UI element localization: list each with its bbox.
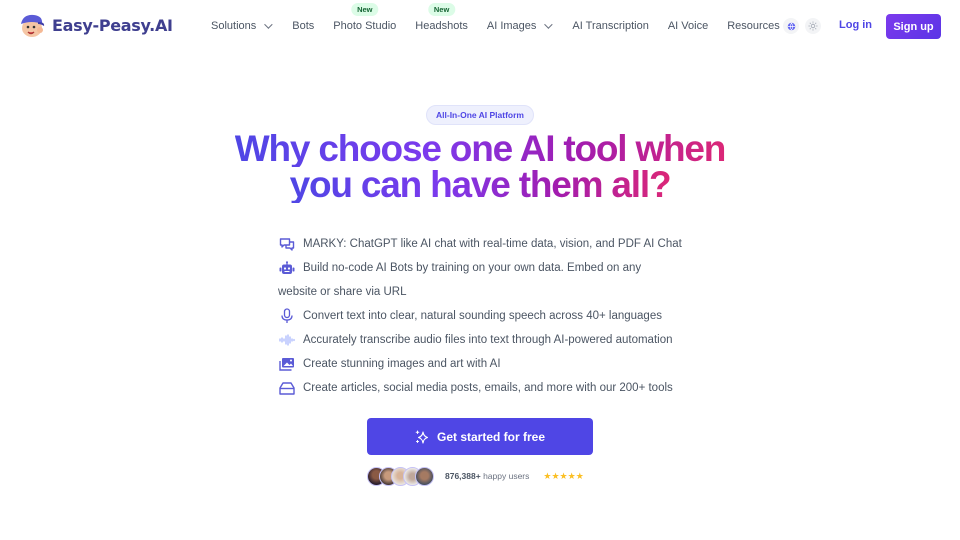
feature-text: Create stunning images and art with AI — [303, 358, 501, 370]
nav-label: Solutions — [211, 20, 257, 32]
users-count: 876,388+ — [445, 471, 481, 481]
nav-label: AI Images — [486, 20, 537, 32]
inbox-icon — [278, 379, 296, 397]
chat-icon — [278, 235, 296, 253]
feature-text: MARKY: ChatGPT like AI chat with real-ti… — [303, 238, 682, 250]
star-icon: ★ — [551, 470, 560, 481]
brand-logo[interactable]: Easy-Peasy.AI — [18, 12, 173, 38]
users-suffix: happy users — [483, 471, 530, 481]
microphone-icon — [278, 307, 296, 325]
nav-item-ai-images[interactable]: AI Images — [486, 20, 554, 32]
feature-text-continuation: website or share via URL — [278, 286, 407, 298]
star-icon: ★ — [559, 470, 568, 481]
nav-item-ai-voice[interactable]: AI Voice — [668, 20, 708, 32]
rating-stars: ★★★★★ — [543, 471, 583, 482]
new-badge: New — [427, 3, 456, 16]
feature-item: Create stunning images and art with AI — [278, 352, 698, 376]
hero-headline: Why choose one AI tool when you can have… — [0, 128, 960, 205]
chevron-down-icon — [264, 20, 273, 29]
sparkle-icon — [415, 430, 429, 444]
new-badge: New — [351, 3, 379, 16]
social-proof: 876,388+ happy users ★★★★★ — [367, 466, 584, 486]
nav-label: Headshots — [415, 20, 468, 32]
globe-icon — [787, 22, 795, 30]
top-navigation: Easy-Peasy.AI Solutions Bots New Photo S… — [0, 0, 960, 52]
nav-item-ai-transcription[interactable]: AI Transcription — [572, 20, 648, 32]
cta-label: Get started for free — [436, 429, 546, 444]
nav-label: AI Transcription — [572, 20, 649, 32]
waveform-icon — [278, 331, 296, 349]
feature-text: Accurately transcribe audio files into t… — [303, 334, 673, 346]
nav-label: Resources — [727, 20, 780, 32]
nav-label: Photo Studio — [333, 20, 397, 32]
mascot-icon — [18, 12, 46, 38]
robot-icon — [278, 259, 296, 277]
nav-links: Solutions Bots New Photo Studio New Head… — [211, 0, 797, 52]
login-link[interactable]: Log in — [839, 19, 872, 31]
chevron-down-icon — [544, 20, 554, 29]
nav-label: Bots — [292, 20, 315, 32]
signup-button[interactable]: Sign up — [886, 14, 941, 39]
star-icon: ★ — [575, 470, 584, 481]
headline-line-2: you can have them all? — [289, 164, 672, 205]
feature-text: Convert text into clear, natural soundin… — [303, 310, 662, 322]
feature-item: Create articles, social media posts, ema… — [278, 376, 698, 400]
theme-toggle-button[interactable] — [805, 18, 821, 34]
star-icon: ★ — [567, 470, 576, 481]
feature-list: MARKY: ChatGPT like AI chat with real-ti… — [278, 232, 698, 400]
sun-icon — [808, 21, 818, 31]
feature-item: Accurately transcribe audio files into t… — [278, 328, 698, 352]
users-count-text: 876,388+ happy users — [445, 471, 529, 481]
nav-label: AI Voice — [667, 20, 709, 32]
brand-name: Easy-Peasy.AI — [52, 15, 173, 35]
language-button[interactable] — [783, 18, 799, 34]
feature-item: Convert text into clear, natural soundin… — [278, 304, 698, 328]
nav-item-bots[interactable]: Bots — [292, 20, 314, 32]
nav-item-solutions[interactable]: Solutions — [211, 20, 273, 32]
get-started-button[interactable]: Get started for free — [367, 418, 593, 455]
nav-item-headshots[interactable]: New Headshots — [415, 3, 468, 32]
avatar — [415, 466, 434, 486]
feature-item: Build no-code AI Bots by training on you… — [278, 256, 698, 280]
feature-item: MARKY: ChatGPT like AI chat with real-ti… — [278, 232, 698, 256]
user-avatars — [367, 466, 434, 486]
feature-text: Create articles, social media posts, ema… — [303, 382, 673, 394]
platform-pill: All-In-One AI Platform — [426, 105, 534, 125]
headline-line-1: Why choose one AI tool when — [234, 128, 727, 169]
nav-item-photo-studio[interactable]: New Photo Studio — [333, 3, 397, 32]
images-icon — [278, 355, 296, 373]
feature-text: Build no-code AI Bots by training on you… — [303, 262, 642, 274]
